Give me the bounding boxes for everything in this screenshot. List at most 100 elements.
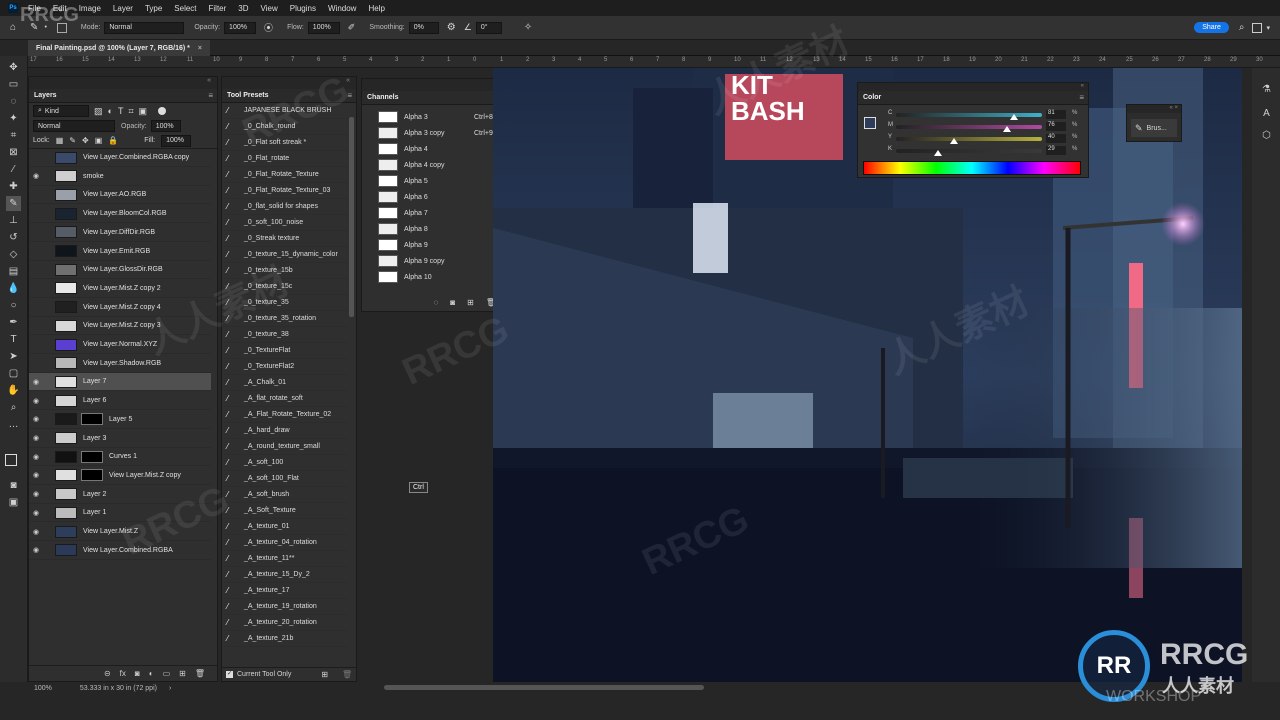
preset-item[interactable]: ⁄ _A_round_texture_small xyxy=(222,439,348,455)
document-tab[interactable]: Final Painting.psd @ 100% (Layer 7, RGB/… xyxy=(28,40,210,56)
zoom-tool-icon[interactable]: ⌕ xyxy=(6,400,21,415)
link-icon[interactable]: ⊝ xyxy=(104,669,111,678)
preset-item[interactable]: ⁄ _A_texture_15_Dy_2 xyxy=(222,567,348,583)
tool-presets-title[interactable]: Tool Presets xyxy=(227,92,269,99)
brush-mini-collapse-bar[interactable]: « × xyxy=(1127,105,1181,113)
fill-input[interactable]: 100% xyxy=(161,134,192,147)
color-slider-track[interactable] xyxy=(896,137,1042,141)
load-selection-icon[interactable]: ◌ xyxy=(434,298,439,307)
layer-row[interactable]: ◉ Layer 1 xyxy=(29,504,211,523)
visibility-eye-icon[interactable]: ◉ xyxy=(29,453,43,461)
color-panel-collapse-bar[interactable]: « xyxy=(858,83,1088,91)
current-tool-only-checkbox[interactable]: ✓ xyxy=(226,671,233,678)
color-slider-track[interactable] xyxy=(896,149,1042,153)
preset-item[interactable]: ⁄ _0_texture_35_rotation xyxy=(222,311,348,327)
preset-item[interactable]: ⁄ _0_flat_solid for shapes xyxy=(222,199,348,215)
panel-icon-history[interactable]: ⚗ xyxy=(1259,82,1274,97)
layer-row[interactable]: View Layer.Mist.Z copy 2 xyxy=(29,280,211,298)
trash-icon[interactable]: 🗑 xyxy=(342,670,352,679)
visibility-eye-icon[interactable]: ◉ xyxy=(29,490,43,498)
preset-item[interactable]: ⁄ JAPANESE BLACK BRUSH xyxy=(222,103,348,119)
menu-plugins[interactable]: Plugins xyxy=(284,4,322,13)
color-slider-thumb[interactable] xyxy=(934,150,942,156)
menu-3d[interactable]: 3D xyxy=(232,4,254,13)
channel-row[interactable]: Alpha 6 xyxy=(362,189,508,205)
clone-stamp-tool-icon[interactable]: ⊥ xyxy=(6,213,21,228)
color-channel-value[interactable]: 81 xyxy=(1046,110,1066,119)
color-slider-track[interactable] xyxy=(896,113,1042,117)
magic-wand-tool-icon[interactable]: ✦ xyxy=(6,111,21,126)
path-selection-tool-icon[interactable]: ➤ xyxy=(6,349,21,364)
visibility-eye-icon[interactable]: ◉ xyxy=(29,471,43,479)
layer-row[interactable]: ◉ Curves 1 xyxy=(29,448,211,467)
visibility-eye-icon[interactable]: ◉ xyxy=(29,172,43,180)
layers-panel-title[interactable]: Layers xyxy=(34,92,57,99)
color-panel-title[interactable]: Color xyxy=(863,94,881,101)
flow-input[interactable]: 100% xyxy=(307,21,340,34)
new-preset-icon[interactable]: ⊞ xyxy=(321,670,328,679)
preset-item[interactable]: ⁄ _0_TextureFlat2 xyxy=(222,359,348,375)
preset-item[interactable]: ⁄ _A_flat_rotate_soft xyxy=(222,391,348,407)
opacity-input[interactable]: 100% xyxy=(224,21,257,34)
color-slider-thumb[interactable] xyxy=(1003,126,1011,132)
foreground-color-swatch[interactable] xyxy=(5,454,17,466)
angle-input[interactable]: 0° xyxy=(475,21,502,34)
layer-row[interactable]: View Layer.Combined.RGBA copy xyxy=(29,149,211,167)
filter-pixel-icon[interactable]: ▨ xyxy=(94,106,103,117)
pen-tool-icon[interactable]: ✒ xyxy=(6,315,21,330)
color-channel-value[interactable]: 40 xyxy=(1046,134,1066,143)
crop-tool-icon[interactable]: ⌗ xyxy=(6,128,21,143)
screen-mode-icon[interactable]: ▣ xyxy=(6,495,21,510)
mask-icon[interactable]: ◙ xyxy=(135,669,140,678)
layer-row[interactable]: View Layer.Emit.RGB xyxy=(29,243,211,261)
layer-row[interactable]: View Layer.Shadow.RGB xyxy=(29,355,211,373)
blur-tool-icon[interactable]: 💧 xyxy=(6,281,21,296)
preset-item[interactable]: ⁄ _0_Chalk_round xyxy=(222,119,348,135)
search-icon[interactable]: ⌕ xyxy=(1239,22,1245,33)
layer-opacity-input[interactable]: 100% xyxy=(150,120,181,132)
trash-icon[interactable]: 🗑 xyxy=(195,669,205,678)
preset-item[interactable]: ⁄ _A_texture_20_rotation xyxy=(222,615,348,631)
share-button[interactable]: Share xyxy=(1194,22,1229,33)
filter-adjustment-icon[interactable]: ◐ xyxy=(108,106,113,116)
preset-item[interactable]: ⁄ _A_soft_brush xyxy=(222,487,348,503)
preset-item[interactable]: ⁄ _0_soft_100_noise xyxy=(222,215,348,231)
symmetry-icon[interactable]: ✧ xyxy=(524,22,532,33)
type-tool-icon[interactable]: T xyxy=(6,332,21,347)
preset-item[interactable]: ⁄ _0_texture_15c xyxy=(222,279,348,295)
lock-transparent-icon[interactable]: ▦ xyxy=(56,136,64,145)
frame-tool-icon[interactable]: ⊠ xyxy=(6,145,21,160)
channel-row[interactable]: Alpha 9 xyxy=(362,237,508,253)
visibility-eye-icon[interactable]: ◉ xyxy=(29,397,43,405)
layer-row[interactable]: ◉ Layer 2 xyxy=(29,486,211,504)
preset-item[interactable]: ⁄ _0_Flat_rotate xyxy=(222,151,348,167)
more-tools-icon[interactable]: … xyxy=(6,417,21,432)
gradient-tool-icon[interactable]: ▤ xyxy=(6,264,21,279)
color-slider-track[interactable] xyxy=(896,125,1042,129)
lock-all-icon[interactable]: 🔒 xyxy=(108,136,118,145)
panel-menu-icon[interactable]: ≡ xyxy=(208,91,213,100)
brush-tool-icon[interactable]: ✎ xyxy=(6,196,21,211)
layer-row[interactable]: View Layer.AO.RGB xyxy=(29,186,211,205)
layers-panel-collapse-bar[interactable]: « xyxy=(29,77,217,89)
filter-smart-object-icon[interactable]: ▣ xyxy=(139,106,148,117)
brush-size-box[interactable]: • xyxy=(44,24,46,31)
adjustment-icon[interactable]: ◐ xyxy=(149,669,154,678)
channel-row[interactable]: Alpha 10 xyxy=(362,269,508,285)
chevron-down-icon[interactable]: ▾ xyxy=(1266,24,1270,32)
lock-artboard-icon[interactable]: ▣ xyxy=(95,136,103,145)
preset-item[interactable]: ⁄ _A_soft_100 xyxy=(222,455,348,471)
visibility-eye-icon[interactable]: ◉ xyxy=(29,546,43,554)
color-slider-thumb[interactable] xyxy=(1010,114,1018,120)
preset-scrollbar[interactable] xyxy=(349,117,354,317)
preset-item[interactable]: ⁄ _A_texture_21b xyxy=(222,631,348,647)
layer-row[interactable]: ◉ Layer 6 xyxy=(29,392,211,411)
preset-item[interactable]: ⁄ _A_texture_17 xyxy=(222,583,348,599)
layer-mask-thumbnail[interactable] xyxy=(81,413,103,426)
pressure-opacity-icon[interactable]: ⦿ xyxy=(264,21,273,34)
preset-item[interactable]: ⁄ _A_Flat_Rotate_Texture_02 xyxy=(222,407,348,423)
layer-row[interactable]: ◉ Layer 3 xyxy=(29,430,211,448)
layer-row[interactable]: View Layer.Mist.Z copy 3 xyxy=(29,317,211,336)
layer-row[interactable]: ◉ View Layer.Mist.Z xyxy=(29,523,211,541)
preset-item[interactable]: ⁄ _0_Flat_Rotate_Texture xyxy=(222,167,348,183)
